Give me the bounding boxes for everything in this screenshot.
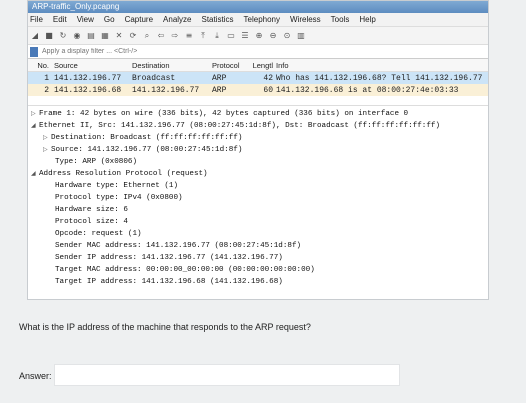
packet-source: 141.132.196.68 [54,85,122,95]
column-header-length[interactable]: Lengtl [252,61,276,70]
detail-arp-text: Address Resolution Protocol (request) [39,170,208,178]
menu-tools[interactable]: Tools [331,15,350,24]
detail-hardware-size[interactable]: Hardware size: 6 [28,204,488,216]
packet-list: No. Source Destination Protocol Lengtl I… [28,59,488,96]
go-to-packet-icon[interactable]: ≡ [184,31,194,41]
detail-eth-source[interactable]: ▷ Source: 141.132.196.77 (08:00:27:45:1d:… [28,144,488,156]
resize-columns-icon[interactable]: ▥ [296,31,306,41]
save-file-icon[interactable]: ▦ [100,31,110,41]
detail-frame-text: Frame 1: 42 bytes on wire (336 bits), 42… [39,110,409,118]
bookmark-icon[interactable] [30,46,38,57]
column-header-source[interactable]: Source [52,61,132,70]
open-file-icon[interactable]: ▤ [86,31,96,41]
detail-protocol-size[interactable]: Protocol size: 4 [28,216,488,228]
first-packet-icon[interactable]: ⤒ [198,31,208,41]
column-header-no[interactable]: No. [28,61,52,70]
autoscroll-icon[interactable]: ▭ [226,31,236,41]
packet-details: ▷ Frame 1: 42 bytes on wire (336 bits), 4… [28,106,488,288]
packet-info: Who has 141.132.196.68? Tell 141.132.196… [276,73,483,83]
window-title: ARP-traffic_Only.pcapng [28,1,488,13]
answer-label: Answer: [19,371,52,381]
packet-source: 141.132.196.77 [54,73,122,83]
packet-row[interactable]: 1 141.132.196.77 Broadcast ARP 42 Who ha… [28,72,488,84]
display-filter-input[interactable] [40,45,488,58]
forward-icon[interactable]: ⇨ [170,31,180,41]
packet-protocol: ARP [212,85,227,95]
column-header-protocol[interactable]: Protocol [212,61,252,70]
menu-view[interactable]: View [77,15,94,24]
menu-capture[interactable]: Capture [125,15,153,24]
packet-protocol: ARP [212,73,227,83]
stop-icon[interactable]: ■ [44,31,54,41]
last-packet-icon[interactable]: ⤓ [212,31,222,41]
menu-analyze[interactable]: Analyze [163,15,191,24]
menu-telephony[interactable]: Telephony [244,15,280,24]
detail-hardware-type[interactable]: Hardware type: Ethernet (1) [28,180,488,192]
menu-wireless[interactable]: Wireless [290,15,321,24]
detail-target-ip[interactable]: Target IP address: 141.132.196.68 (141.1… [28,276,488,288]
find-icon[interactable]: ⌕ [142,31,152,41]
zoom-in-icon[interactable]: ⊕ [254,31,264,41]
packet-no: 2 [44,85,49,95]
menu-statistics[interactable]: Statistics [202,15,234,24]
close-file-icon[interactable]: ✕ [114,31,124,41]
detail-target-mac[interactable]: Target MAC address: 00:00:00_00:00:00 (0… [28,264,488,276]
detail-eth-destination-text: Destination: Broadcast (ff:ff:ff:ff:ff:f… [51,134,243,142]
detail-opcode[interactable]: Opcode: request (1) [28,228,488,240]
expand-arrow-icon[interactable]: ▷ [31,108,39,120]
packet-no: 1 [44,73,49,83]
restart-icon[interactable]: ↻ [58,31,68,41]
colorize-icon[interactable]: ☰ [240,31,250,41]
zoom-reset-icon[interactable]: ⊙ [282,31,292,41]
packet-length: 42 [263,73,273,83]
packet-list-header: No. Source Destination Protocol Lengtl I… [28,59,488,72]
packet-destination: Broadcast [132,73,176,83]
answer-input[interactable] [54,364,400,386]
packet-row[interactable]: 2 141.132.196.68 141.132.196.77 ARP 60 1… [28,84,488,96]
detail-eth-type[interactable]: Type: ARP (0x0806) [28,156,488,168]
main-toolbar: ◢ ■ ↻ ◉ ▤ ▦ ✕ ⟳ ⌕ ⇦ ⇨ ≡ ⤒ ⤓ ▭ ☰ ⊕ ⊖ ⊙ ▥ [28,27,488,45]
detail-frame[interactable]: ▷ Frame 1: 42 bytes on wire (336 bits), 4… [28,108,488,120]
packet-length: 60 [263,85,273,95]
menu-file[interactable]: File [30,15,43,24]
zoom-out-icon[interactable]: ⊖ [268,31,278,41]
detail-ethernet[interactable]: ◢ Ethernet II, Src: 141.132.196.77 (08:00… [28,120,488,132]
shark-fin-icon[interactable]: ◢ [30,31,40,41]
quiz-question: What is the IP address of the machine th… [19,322,311,332]
back-icon[interactable]: ⇦ [156,31,166,41]
options-icon[interactable]: ◉ [72,31,82,41]
menu-go[interactable]: Go [104,15,115,24]
detail-sender-mac[interactable]: Sender MAC address: 141.132.196.77 (08:0… [28,240,488,252]
expand-arrow-icon[interactable]: ▷ [43,144,51,156]
reload-icon[interactable]: ⟳ [128,31,138,41]
detail-eth-source-text: Source: 141.132.196.77 (08:00:27:45:1d:8… [51,146,243,154]
display-filter-bar [28,45,488,59]
menu-edit[interactable]: Edit [53,15,67,24]
packet-list-empty-area [28,96,488,106]
menu-help[interactable]: Help [359,15,375,24]
wireshark-screenshot: ARP-traffic_Only.pcapng File Edit View G… [27,0,489,300]
detail-protocol-type[interactable]: Protocol type: IPv4 (0x0800) [28,192,488,204]
collapse-arrow-icon[interactable]: ◢ [31,168,39,180]
expand-arrow-icon[interactable]: ▷ [43,132,51,144]
packet-destination: 141.132.196.77 [132,85,200,95]
collapse-arrow-icon[interactable]: ◢ [31,120,39,132]
menu-bar: File Edit View Go Capture Analyze Statis… [28,13,488,27]
detail-ethernet-text: Ethernet II, Src: 141.132.196.77 (08:00:… [39,122,441,130]
column-header-destination[interactable]: Destination [132,61,212,70]
column-header-info[interactable]: Info [276,61,488,70]
detail-sender-ip[interactable]: Sender IP address: 141.132.196.77 (141.1… [28,252,488,264]
packet-info: 141.132.196.68 is at 08:00:27:4e:03:33 [276,85,459,95]
detail-eth-destination[interactable]: ▷ Destination: Broadcast (ff:ff:ff:ff:ff:… [28,132,488,144]
detail-arp[interactable]: ◢ Address Resolution Protocol (request) [28,168,488,180]
